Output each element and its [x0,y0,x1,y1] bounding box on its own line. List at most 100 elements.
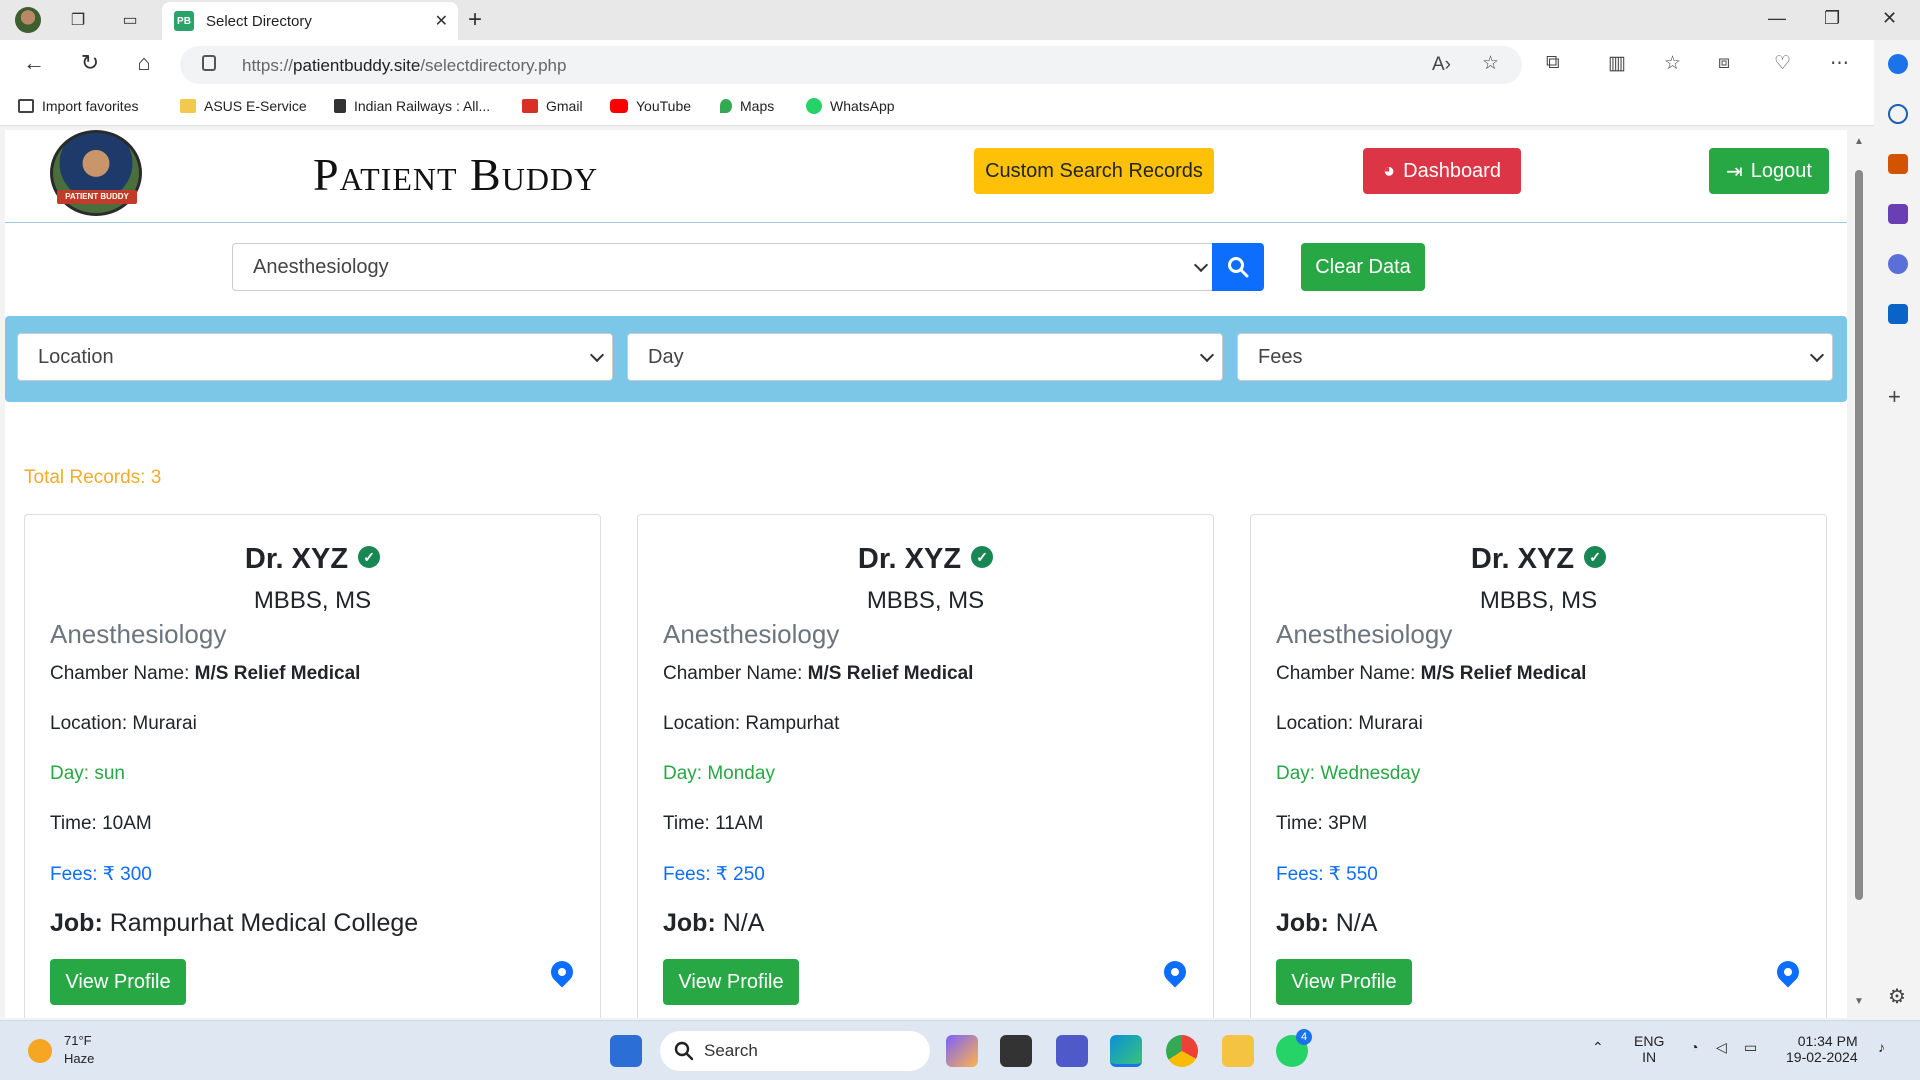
doctor-name: Dr. XYZ ✓ [638,543,1213,576]
add-sidebar-icon[interactable]: + [1888,384,1908,409]
doctor-day: Day: Wednesday [1276,763,1421,784]
doctor-time: Time: 10AM [50,813,152,834]
doctor-card: Dr. XYZ ✓ MBBS, MS Anesthesiology Chamber… [1250,514,1827,1018]
split-screen-icon[interactable]: ▥ [1608,52,1626,75]
copilot-taskbar-icon[interactable] [946,1035,978,1067]
scroll-up-icon[interactable]: ▲ [1854,136,1864,147]
favorite-gmail[interactable]: Gmail [522,98,583,114]
doctor-time: Time: 3PM [1276,813,1368,834]
doctor-fees: Fees: ₹ 250 [663,864,765,885]
custom-search-button[interactable]: Custom Search Records [974,148,1214,194]
favorites-icon[interactable]: ☆ [1664,52,1681,75]
address-bar[interactable]: https://patientbuddy.site/selectdirector… [180,46,1522,84]
edge-taskbar-icon[interactable] [1110,1035,1142,1067]
day-select[interactable]: Day [627,333,1223,381]
specialty-select[interactable]: Anesthesiology [232,243,1217,291]
back-icon[interactable]: ← [20,50,48,76]
teams-icon[interactable] [1056,1035,1088,1067]
brand-title: Patient Buddy [313,149,599,200]
chrome-icon[interactable] [1166,1035,1198,1067]
map-pin-icon[interactable] [546,956,578,988]
doctor-location: Location: Rampurhat [663,713,840,734]
m365-icon[interactable] [1888,254,1908,274]
map-pin-icon[interactable] [1772,956,1804,988]
doctor-job: Job: N/A [1276,909,1378,937]
battery-icon[interactable]: ▭ [1744,1039,1757,1056]
view-profile-button[interactable]: View Profile [50,959,186,1005]
view-profile-button[interactable]: View Profile [663,959,799,1005]
page-viewport: PATIENT BUDDY Patient Buddy Custom Searc… [5,130,1847,1018]
extensions-icon[interactable]: ⧉ [1546,52,1560,74]
doctor-day: Day: Monday [663,763,775,784]
active-tab[interactable]: PB Select Directory ✕ [162,2,458,40]
language-indicator[interactable]: ENG IN [1634,1033,1664,1065]
workspaces-icon[interactable]: ❐ [64,6,92,34]
games-icon[interactable] [1888,204,1908,224]
page-scrollbar[interactable]: ▲ ▼ [1848,130,1870,1018]
favorite-import[interactable]: Import favorites [18,98,138,114]
scroll-down-icon[interactable]: ▼ [1854,996,1864,1007]
doctor-specialty: Anesthesiology [663,619,840,649]
total-records: Total Records: 3 [24,467,162,488]
search-button[interactable] [1212,243,1264,291]
favorite-asus[interactable]: ASUS E-Service [180,98,307,114]
verified-check-icon: ✓ [971,546,994,568]
favorite-star-icon[interactable]: ☆ [1482,52,1499,75]
read-aloud-icon[interactable]: A› [1432,54,1451,76]
clear-data-button[interactable]: Clear Data [1301,243,1425,291]
weather-sun-icon [28,1039,52,1063]
taskbar-search[interactable]: Search [660,1031,930,1071]
browser-essentials-icon[interactable]: ♡ [1774,52,1791,75]
fees-select[interactable]: Fees [1237,333,1833,381]
doctor-specialty: Anesthesiology [1276,619,1453,649]
notification-bell-icon[interactable]: ♪ [1878,1039,1885,1055]
volume-icon[interactable]: ◁ [1716,1039,1727,1056]
chamber-name: Chamber Name: M/S Relief Medical [1276,663,1587,684]
more-menu-icon[interactable]: ⋯ [1830,52,1849,75]
profile-avatar-icon[interactable] [14,6,42,34]
close-window-icon[interactable]: ✕ [1882,8,1897,29]
refresh-icon[interactable]: ↻ [76,50,104,76]
whatsapp-badge: 4 [1296,1029,1312,1045]
chevron-down-icon [1193,257,1209,273]
minimize-icon[interactable]: — [1768,8,1786,29]
dashboard-button[interactable]: ◕ Dashboard [1363,148,1521,194]
doctor-location: Location: Murarai [1276,713,1423,734]
view-profile-button[interactable]: View Profile [1276,959,1412,1005]
home-icon[interactable]: ⌂ [130,50,158,76]
new-tab-icon[interactable]: + [468,6,482,34]
collections-icon[interactable]: ⧈ [1718,52,1730,74]
logout-button[interactable]: ⇥ Logout [1709,148,1829,194]
search-sidebar-icon[interactable] [1888,104,1908,124]
task-view-icon[interactable] [1000,1035,1032,1067]
tab-actions-icon[interactable]: ▭ [116,6,144,34]
doctor-fees: Fees: ₹ 550 [1276,864,1378,885]
favorite-whatsapp[interactable]: WhatsApp [806,98,895,114]
map-pin-icon[interactable] [1159,956,1191,988]
favorite-youtube[interactable]: YouTube [610,98,691,114]
chevron-down-icon [1809,347,1825,363]
restore-icon[interactable]: ❐ [1824,8,1840,29]
railways-icon [334,99,346,113]
settings-gear-icon[interactable]: ⚙ [1888,984,1908,1008]
lock-icon[interactable] [202,55,216,71]
youtube-icon [610,99,628,113]
outlook-icon[interactable] [1888,304,1908,324]
doctor-specialty: Anesthesiology [50,619,227,649]
tab-close-icon[interactable]: ✕ [435,11,448,31]
verified-check-icon: ✓ [1584,546,1607,568]
scroll-thumb[interactable] [1855,170,1863,900]
location-select[interactable]: Location [17,333,613,381]
url-text: https://patientbuddy.site/selectdirector… [242,56,567,75]
chevron-down-icon [589,347,605,363]
wifi-icon[interactable]: ◔ [1690,1039,1698,1055]
start-windows-icon[interactable] [610,1035,642,1067]
favorite-maps[interactable]: Maps [720,98,774,114]
shopping-icon[interactable] [1888,154,1908,174]
copilot-icon[interactable] [1888,54,1908,74]
favorite-railways[interactable]: Indian Railways : All... [334,98,490,114]
file-explorer-icon[interactable] [1222,1035,1254,1067]
tray-chevron-icon[interactable]: ⌃ [1592,1039,1604,1056]
chevron-down-icon [1199,347,1215,363]
clock[interactable]: 01:34 PM 19-02-2024 [1786,1033,1858,1065]
